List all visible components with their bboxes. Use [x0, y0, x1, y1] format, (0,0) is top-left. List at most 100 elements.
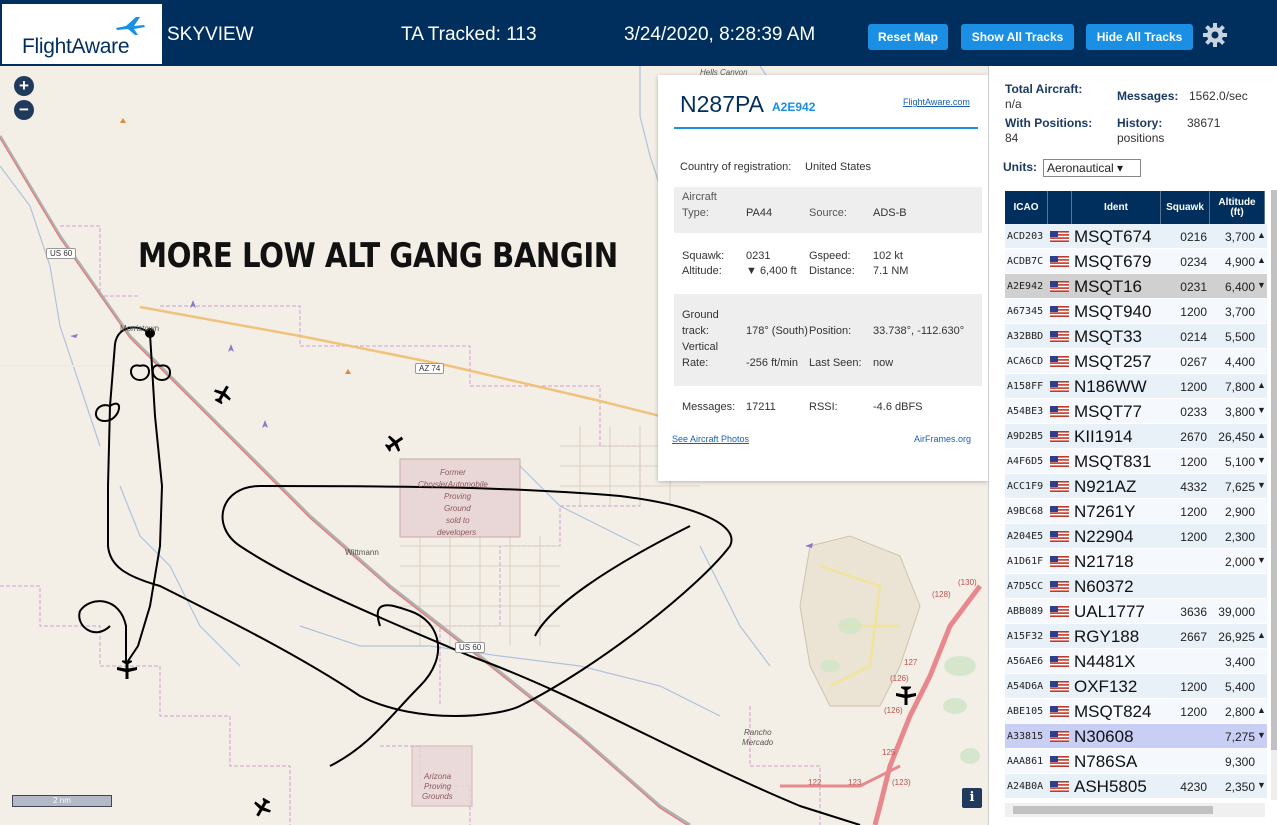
row-squawk: 0214 [1180, 330, 1207, 344]
col-ident[interactable]: Ident [1072, 191, 1161, 224]
table-row[interactable]: A204E5 N22904 1200 2,300 [1005, 524, 1267, 549]
table-row[interactable]: ACC1F9 N921AZ 4332 7,625 ▼ [1005, 474, 1267, 499]
route-125: 125 [882, 748, 896, 757]
plane-logo-icon [116, 17, 145, 35]
table-row[interactable]: A24B0A ASH5805 4230 2,350 ▼ [1005, 774, 1267, 799]
row-altitude: 39,000 [1218, 605, 1255, 619]
vertical-label: Vertical [682, 341, 719, 353]
flightaware-logo[interactable]: FlightAware [2, 4, 162, 64]
row-icao: ABB089 [1007, 606, 1044, 617]
row-squawk: 1200 [1180, 705, 1207, 719]
route-128: (128) [932, 590, 951, 599]
row-squawk: 1200 [1180, 380, 1207, 394]
row-altitude: 7,800 [1224, 380, 1255, 394]
us-flag-icon [1050, 356, 1069, 367]
airframes-link[interactable]: AirFrames.org [914, 434, 971, 444]
row-icao: ACC1F9 [1007, 481, 1044, 492]
map-label-wittmann: Wittmann [345, 548, 379, 557]
units-select[interactable]: Aeronautical ▾ [1043, 159, 1141, 177]
route-123-b: 123 [848, 778, 862, 787]
row-ident: MSQT940 [1074, 302, 1152, 321]
table-row[interactable]: AAA861 N786SA 9,300 [1005, 749, 1267, 774]
table-row[interactable]: ACA6CD MSQT257 0267 4,400 [1005, 349, 1267, 374]
table-row[interactable]: A4F6D5 MSQT831 1200 5,100 ▼ [1005, 449, 1267, 474]
row-squawk: 1200 [1180, 680, 1207, 694]
aircraft-photos-link[interactable]: See Aircraft Photos [672, 434, 749, 444]
flightaware-link[interactable]: FlightAware.com [903, 97, 970, 107]
table-row[interactable]: A56AE6 N4481X 3,400 [1005, 649, 1267, 674]
table-row[interactable]: ACD203 MSQT674 0216 3,700 ▲ [1005, 224, 1267, 249]
table-row[interactable]: A158FF N186WW 1200 7,800 ▲ [1005, 374, 1267, 399]
table-row[interactable]: A32BBD MSQT33 0214 5,500 [1005, 324, 1267, 349]
row-altitude-trend: ▲ [1257, 230, 1266, 240]
rssi-value: -4.6 dBFS [873, 401, 923, 413]
vrate-value: -256 ft/min [746, 357, 798, 369]
table-row[interactable]: A54BE3 MSQT77 0233 3,800 ▼ [1005, 399, 1267, 424]
last-seen-label: Last Seen: [809, 357, 862, 369]
table-row[interactable]: ABE105 MSQT824 1200 2,800 ▲ [1005, 699, 1267, 724]
table-row[interactable]: ABB089 UAL1777 3636 39,000 [1005, 599, 1267, 624]
vertical-scroll-thumb[interactable] [1271, 190, 1277, 750]
table-row[interactable]: A1D61F N21718 2,000 ▼ [1005, 549, 1267, 574]
table-row[interactable]: A7D5CC N60372 [1005, 574, 1267, 599]
col-altitude[interactable]: Altitude (ft) [1210, 191, 1265, 224]
horizontal-scroll-thumb[interactable] [1013, 806, 1213, 814]
col-flag[interactable] [1048, 191, 1072, 224]
table-row[interactable]: A67345 MSQT940 1200 3,700 [1005, 299, 1267, 324]
vertical-scrollbar[interactable] [1271, 190, 1277, 800]
altitude-label: Altitude: [682, 265, 722, 277]
reset-map-button[interactable]: Reset Map [868, 24, 948, 50]
row-icao: A54D6A [1007, 681, 1044, 692]
row-squawk: 0267 [1180, 355, 1207, 369]
row-altitude-trend: ▼ [1257, 780, 1266, 790]
row-altitude-trend: ▲ [1257, 430, 1266, 440]
row-ident: RGY188 [1074, 627, 1140, 646]
us-flag-icon [1050, 581, 1069, 592]
map-label-grounds: Grounds [422, 792, 453, 801]
zoom-out-button[interactable]: − [14, 100, 34, 120]
squawk-label: Squawk: [682, 250, 725, 262]
us-flag-icon [1050, 706, 1069, 717]
table-row[interactable]: A15F32 RGY188 2667 26,925 ▲ [1005, 624, 1267, 649]
row-altitude: 7,625 [1224, 480, 1255, 494]
hide-all-tracks-button[interactable]: Hide All Tracks [1086, 24, 1193, 50]
row-icao: A4F6D5 [1007, 456, 1044, 467]
map-info-button[interactable]: i [962, 788, 982, 808]
logo-text: FlightAware [22, 35, 130, 58]
table-row[interactable]: A9D2B5 KII1914 2670 26,450 ▲ [1005, 424, 1267, 449]
us-flag-icon [1050, 731, 1069, 742]
col-squawk[interactable]: Squawk [1161, 191, 1210, 224]
row-icao: A158FF [1007, 381, 1044, 392]
row-icao: A33815 [1007, 731, 1044, 742]
us-flag-icon [1050, 681, 1069, 692]
with-positions-label: With Positions: [1005, 116, 1093, 130]
map-label-rancho: Rancho [744, 728, 772, 737]
horizontal-scrollbar[interactable] [1005, 803, 1265, 817]
table-row[interactable]: A2E942 MSQT16 0231 6,400 ▼ [1005, 274, 1267, 299]
us-flag-icon [1050, 606, 1069, 617]
row-altitude-trend: ▼ [1257, 405, 1266, 415]
table-row[interactable]: ACDB7C MSQT679 0234 4,900 ▲ [1005, 249, 1267, 274]
show-all-tracks-button[interactable]: Show All Tracks [961, 24, 1074, 50]
row-icao: ABE105 [1007, 706, 1044, 717]
gear-icon[interactable] [1202, 22, 1228, 48]
row-squawk: 4332 [1180, 480, 1207, 494]
row-icao: A7D5CC [1007, 581, 1044, 592]
row-altitude: 5,400 [1224, 680, 1255, 694]
messages-label: Messages: [682, 401, 736, 413]
row-ident: N22904 [1074, 527, 1134, 546]
table-row[interactable]: A33815 N30608 7,275 ▼ [1005, 724, 1267, 749]
row-altitude: 7,275 [1224, 730, 1255, 744]
history-value: 38671 [1187, 116, 1221, 130]
row-ident: N921AZ [1074, 477, 1137, 496]
zoom-in-button[interactable]: + [14, 76, 34, 96]
us-flag-icon [1050, 531, 1069, 542]
row-ident: N4481X [1074, 652, 1136, 671]
table-row[interactable]: A54D6A OXF132 1200 5,400 [1005, 674, 1267, 699]
rate-label: Rate: [682, 357, 709, 369]
row-altitude: 2,900 [1224, 505, 1255, 519]
popup-hex[interactable]: A2E942 [772, 100, 815, 114]
track-label: track: [682, 325, 709, 337]
table-row[interactable]: A9BC68 N7261Y 1200 2,900 [1005, 499, 1267, 524]
col-icao[interactable]: ICAO [1005, 191, 1048, 224]
